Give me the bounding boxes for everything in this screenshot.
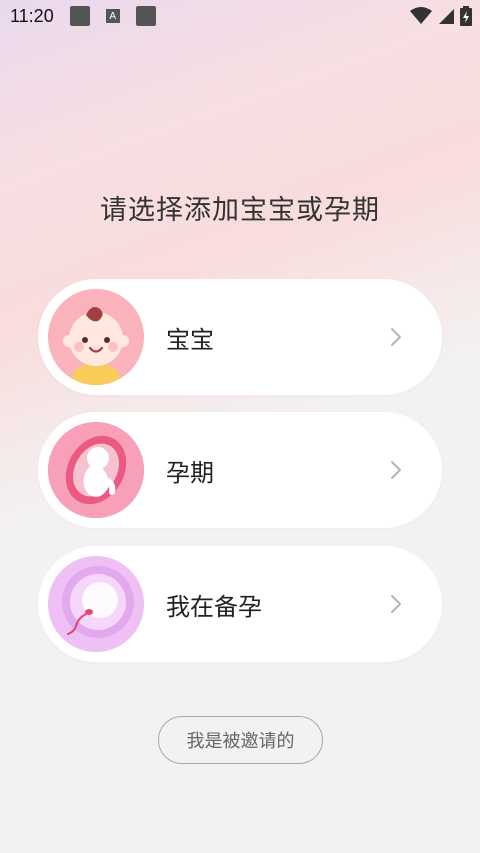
option-preparing-label: 我在备孕: [166, 592, 262, 621]
chevron-right-icon: [376, 584, 416, 624]
fetus-icon: [48, 422, 144, 518]
invited-button[interactable]: 我是被邀请的: [158, 716, 323, 764]
battery-charging-icon: [460, 6, 472, 26]
signal-icon: [439, 9, 454, 24]
status-right-icons: [410, 6, 472, 26]
egg-sperm-icon: [48, 556, 144, 652]
option-preparing-card[interactable]: 我在备孕: [38, 546, 442, 662]
option-pregnancy-card[interactable]: 孕期: [38, 412, 442, 528]
chevron-right-icon: [376, 317, 416, 357]
notification-square-icon: [135, 6, 156, 26]
option-pregnancy-label: 孕期: [166, 458, 214, 487]
status-bar: 11:20 A: [0, 0, 480, 32]
status-time: 11:20: [10, 5, 54, 26]
a-badge-icon: A: [105, 9, 120, 23]
baby-face-icon: [48, 289, 144, 385]
chevron-right-icon: [376, 450, 416, 490]
option-baby-card[interactable]: 宝宝: [38, 279, 442, 395]
wifi-icon: [410, 7, 432, 24]
page-title: 请选择添加宝宝或孕期: [100, 195, 380, 226]
option-baby-label: 宝宝: [166, 325, 214, 354]
notification-square-icon: [69, 6, 90, 26]
